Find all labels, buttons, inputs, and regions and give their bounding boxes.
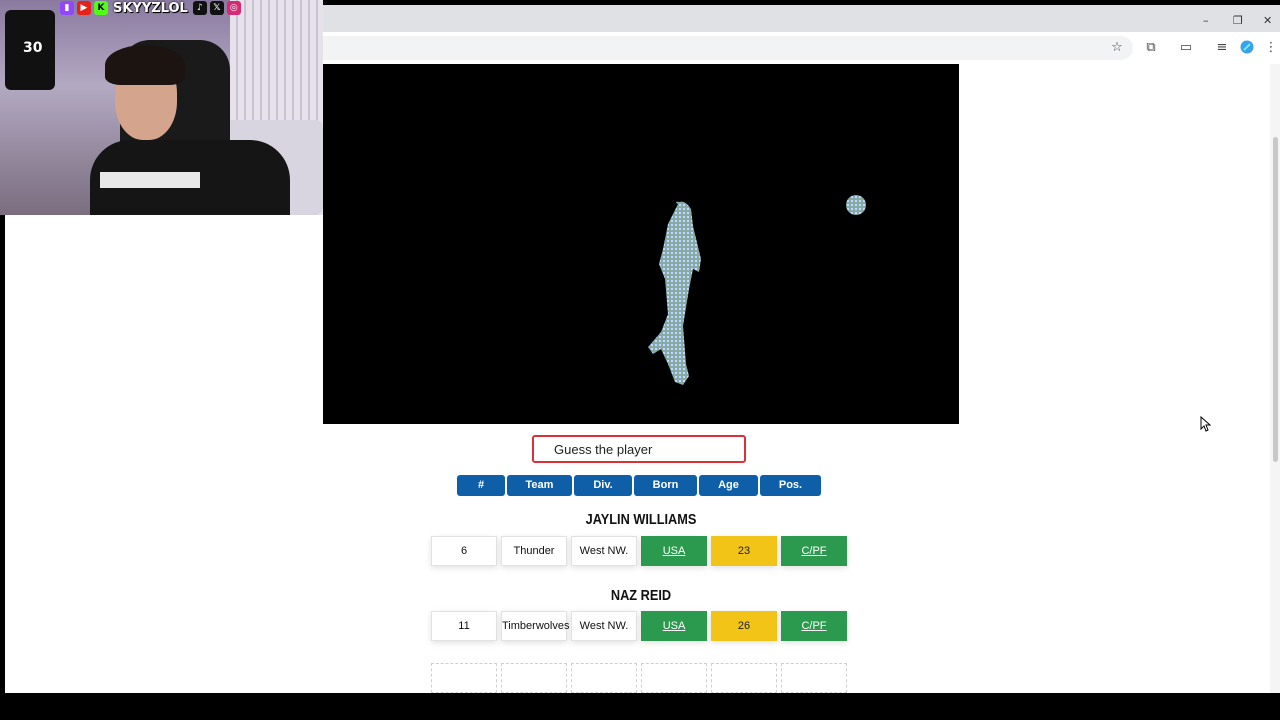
- guess-cell-team: Timberwolves: [501, 611, 569, 641]
- streamer-handle: SKYYZLOL: [113, 0, 188, 16]
- header-team: Team: [507, 475, 572, 496]
- guess-cell-number: 11: [431, 611, 497, 641]
- guess-cell-number: 6: [431, 536, 497, 566]
- empty-guess-row: [431, 663, 847, 693]
- empty-cell: [571, 663, 637, 693]
- header-position: Pos.: [760, 475, 821, 496]
- kick-icon: K: [94, 1, 108, 15]
- browser-tab-bar: – ❐ ✕: [323, 5, 1280, 32]
- guess-cell-born: USA: [641, 536, 707, 566]
- guess-cell-division: West NW.: [571, 611, 637, 641]
- guess-cell-division: West NW.: [571, 536, 637, 566]
- guess-row: 6 Thunder West NW. USA 23 C/PF: [431, 536, 847, 566]
- empty-cell: [501, 663, 567, 693]
- header-born: Born: [634, 475, 697, 496]
- youtube-icon: ▶: [77, 1, 91, 15]
- webcam-shirt-stripe: [100, 172, 200, 188]
- player-silhouette: [648, 195, 866, 385]
- header-number: #: [457, 475, 505, 496]
- header-division: Div.: [574, 475, 632, 496]
- menu-icon[interactable]: ⋮: [1263, 40, 1279, 56]
- empty-cell: [781, 663, 847, 693]
- guess-row: 11 Timberwolves West NW. USA 26 C/PF: [431, 611, 847, 641]
- streamer-webcam: 30 ▮ ▶ K SKYYZLOL ♪ 𝕏 ◎: [0, 0, 323, 215]
- profile-icon[interactable]: [1239, 40, 1255, 56]
- address-bar[interactable]: [323, 36, 1133, 60]
- x-icon: 𝕏: [209, 1, 224, 15]
- guess-cell-position: C/PF: [781, 611, 847, 641]
- guess-cell-born: USA: [641, 611, 707, 641]
- page-scrollbar[interactable]: [1270, 64, 1280, 693]
- webcam-jersey: 30: [5, 10, 55, 90]
- empty-cell: [431, 663, 497, 693]
- empty-cell: [711, 663, 777, 693]
- guess-cell-position: C/PF: [781, 536, 847, 566]
- empty-cell: [641, 663, 707, 693]
- minimize-button[interactable]: –: [1203, 14, 1209, 27]
- cast-icon[interactable]: ▭: [1178, 40, 1194, 56]
- close-window-button[interactable]: ✕: [1263, 14, 1272, 27]
- attribute-header-row: # Team Div. Born Age Pos.: [457, 475, 821, 496]
- tiktok-icon: ♪: [192, 1, 207, 15]
- header-age: Age: [699, 475, 758, 496]
- twitch-icon: ▮: [60, 1, 74, 15]
- instagram-icon: ◎: [226, 1, 241, 15]
- scrollbar-thumb[interactable]: [1273, 137, 1278, 462]
- browser-toolbar: ☆ ⧉ ▭ ≡ ⋮: [323, 32, 1280, 65]
- webcam-streamer-hair: [105, 45, 185, 85]
- extensions-icon[interactable]: ⧉: [1143, 40, 1159, 56]
- bookmark-star-icon[interactable]: ☆: [1109, 40, 1125, 56]
- social-handles: ▮ ▶ K SKYYZLOL ♪ 𝕏 ◎: [60, 0, 241, 16]
- guess-player-name: NAZ REID: [610, 587, 672, 604]
- guess-cell-team: Thunder: [501, 536, 567, 566]
- guess-cell-age: 23: [711, 536, 777, 566]
- guess-player-name: JAYLIN WILLIAMS: [585, 511, 697, 528]
- restore-button[interactable]: ❐: [1233, 14, 1243, 27]
- media-icon[interactable]: ≡: [1214, 40, 1230, 56]
- player-silhouette-stage: [323, 64, 959, 424]
- bottom-letterbox: [0, 693, 1280, 720]
- jersey-number: 30: [23, 40, 43, 56]
- guess-cell-age: 26: [711, 611, 777, 641]
- guess-player-input[interactable]: [532, 435, 746, 463]
